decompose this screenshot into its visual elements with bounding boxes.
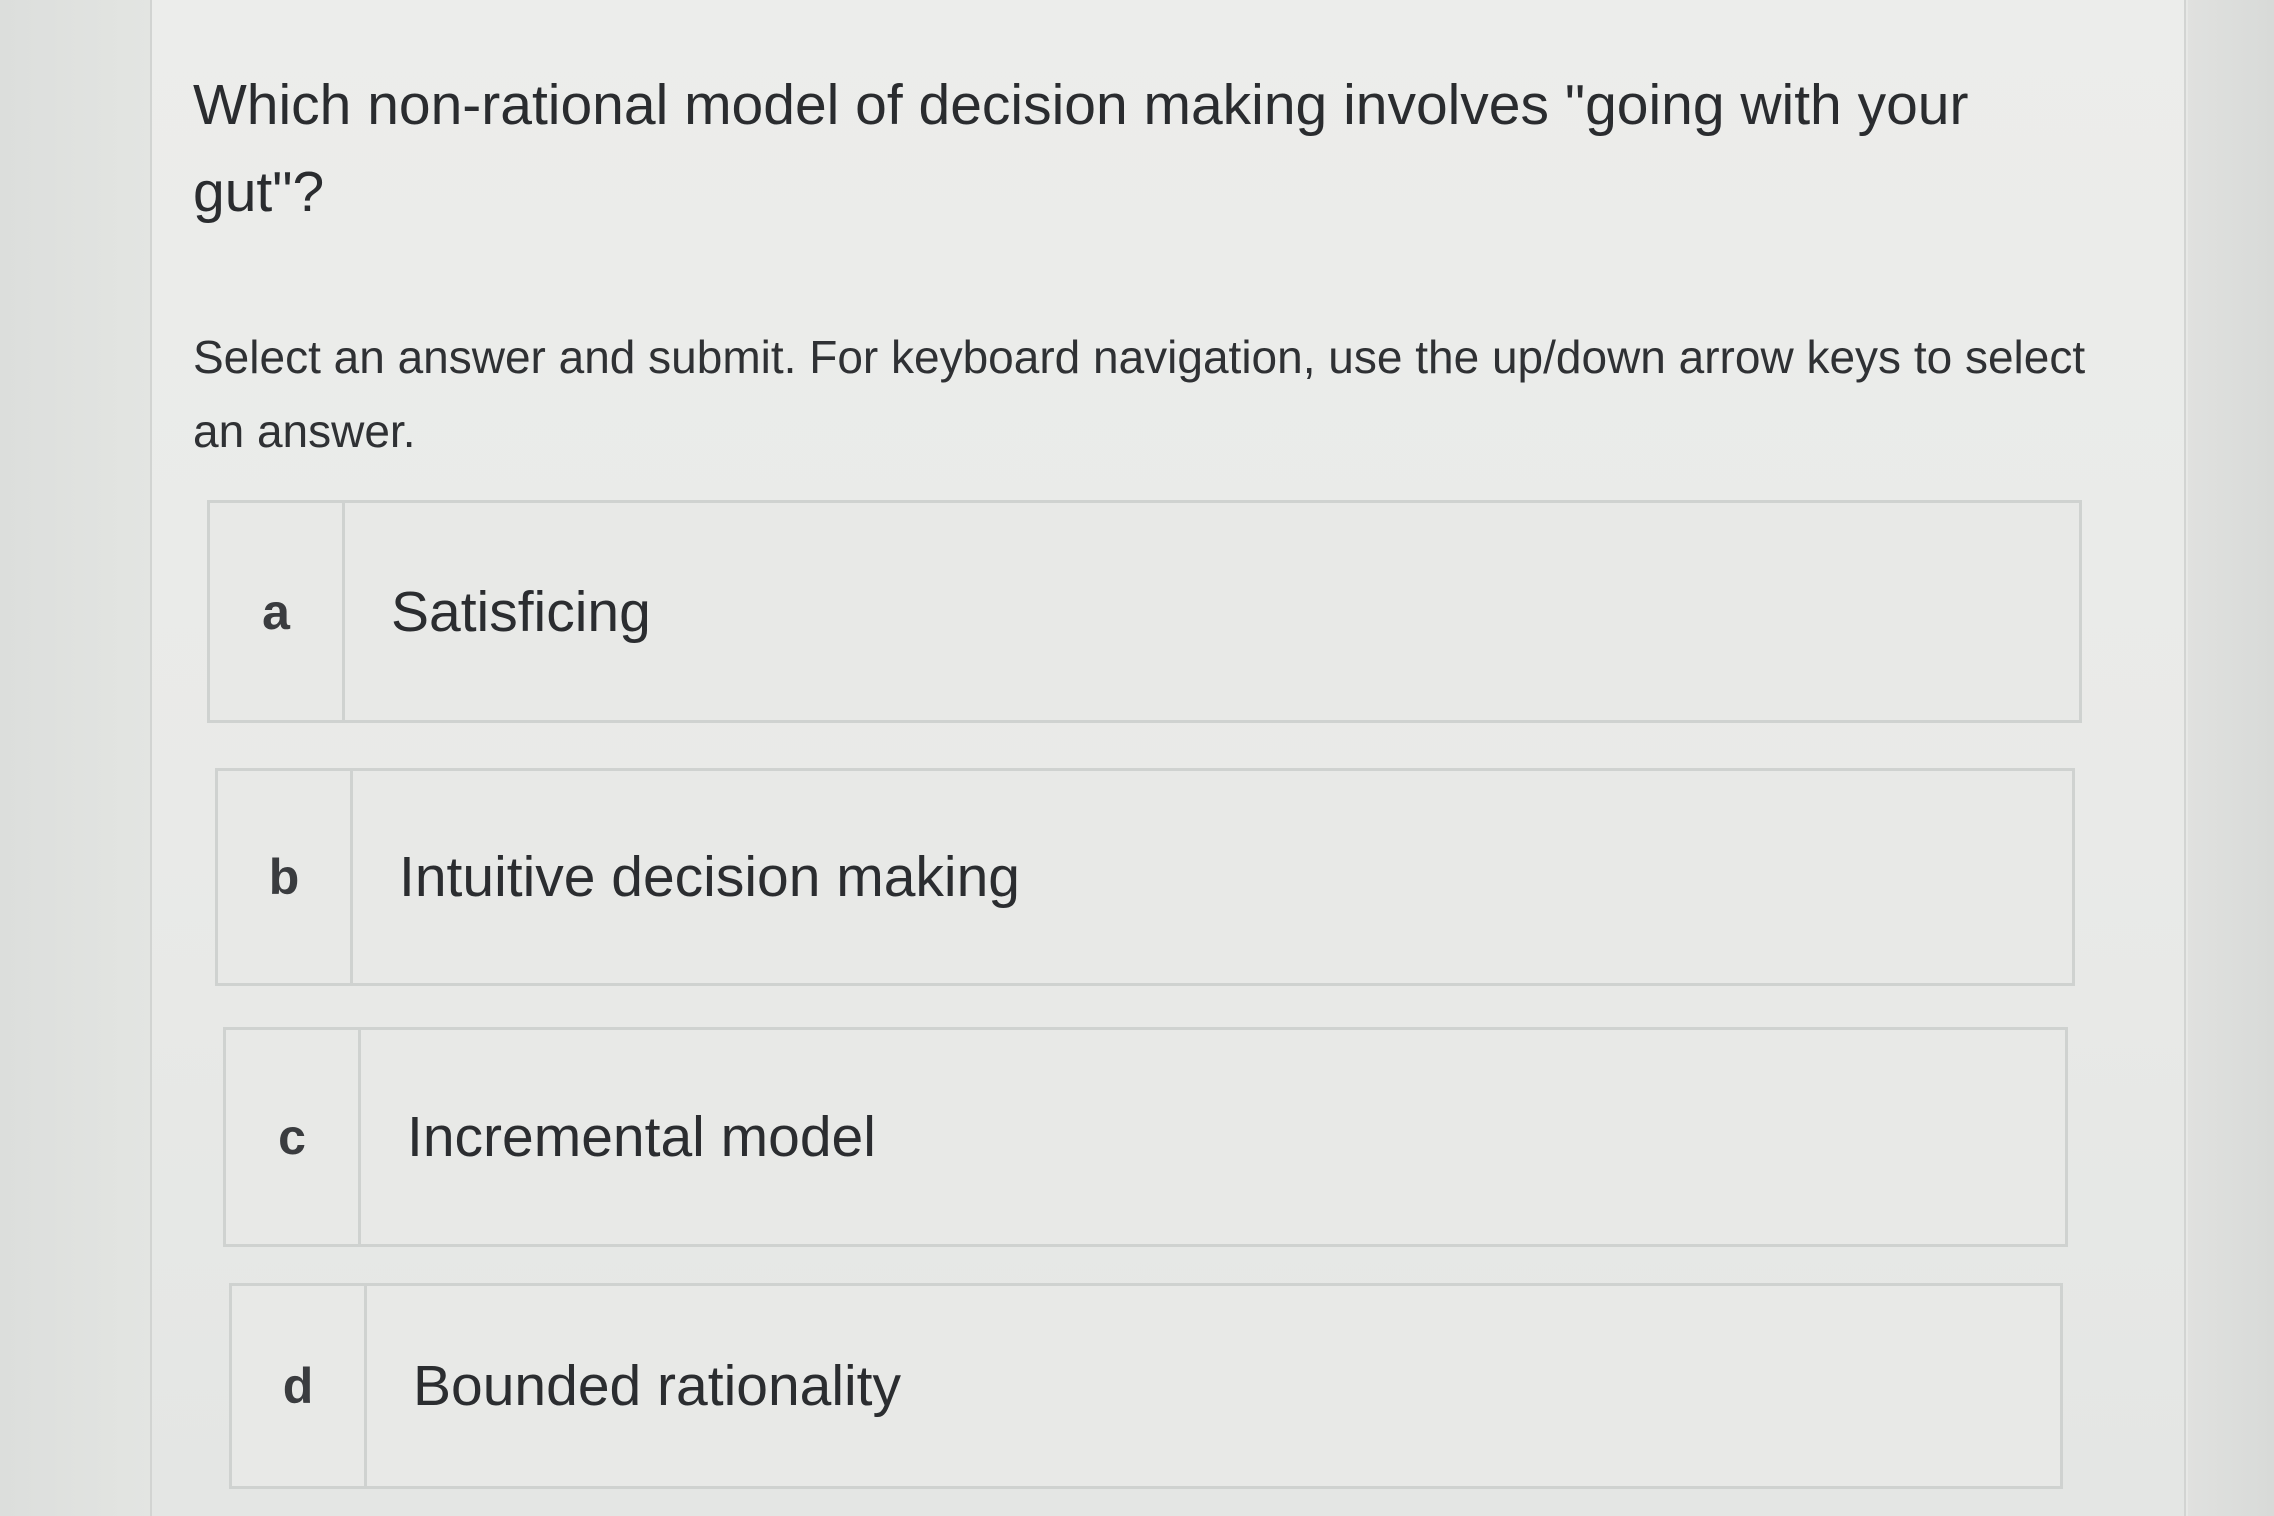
left-background-strip [0, 0, 150, 1516]
option-letter: d [232, 1286, 367, 1486]
option-label: Satisficing [391, 579, 651, 644]
question-text: Which non-rational model of decision mak… [193, 73, 1969, 224]
instructions-text: Select an answer and submit. For keyboar… [193, 331, 2086, 457]
option-letter: a [210, 503, 345, 720]
option-letter: c [226, 1030, 361, 1244]
answer-option-b[interactable]: b Intuitive decision making [215, 768, 2075, 986]
answer-option-d[interactable]: d Bounded rationality [229, 1283, 2063, 1489]
right-background-strip [2188, 0, 2274, 1516]
option-letter: b [218, 771, 353, 983]
option-label: Intuitive decision making [399, 845, 1020, 909]
answer-option-a[interactable]: a Satisficing [207, 500, 2082, 723]
option-label: Incremental model [407, 1105, 876, 1169]
answer-option-c[interactable]: c Incremental model [223, 1027, 2068, 1247]
option-label: Bounded rationality [413, 1354, 902, 1418]
